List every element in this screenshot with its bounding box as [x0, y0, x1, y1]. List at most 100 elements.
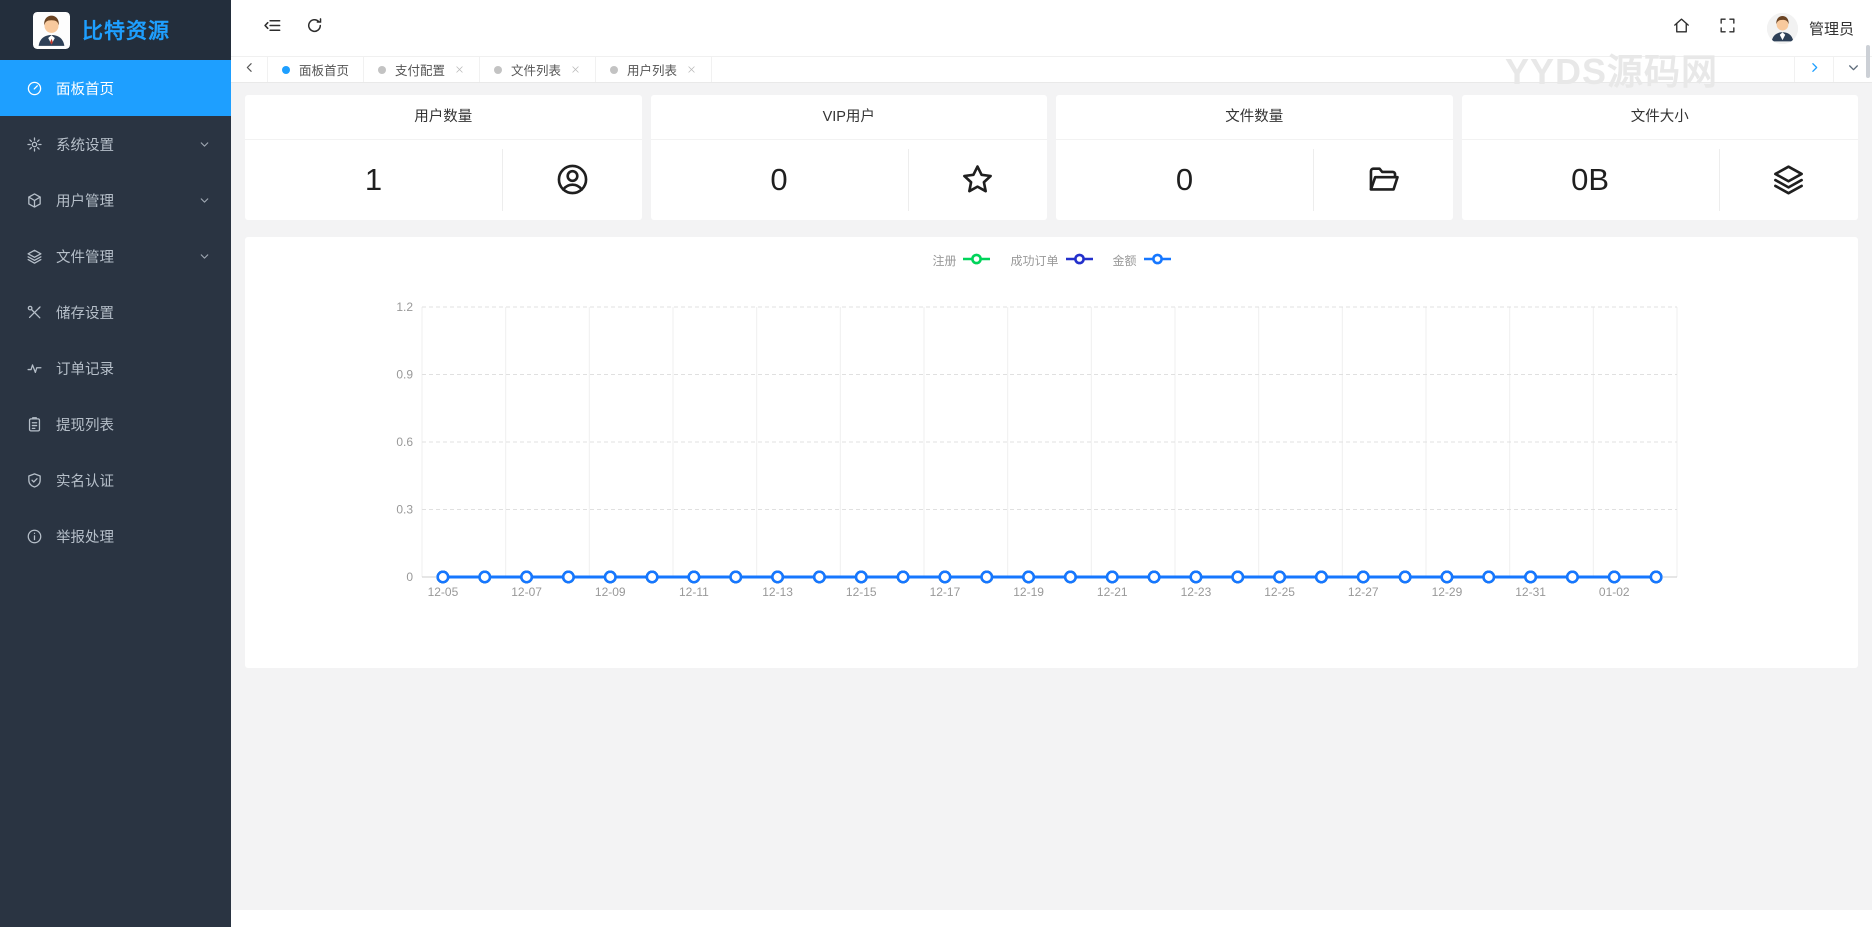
svg-text:12-05: 12-05 [428, 585, 459, 599]
tab-0[interactable]: 面板首页 [268, 57, 364, 82]
user-circle-icon [503, 162, 641, 197]
stat-card-value: 0 [651, 162, 908, 198]
logo-avatar [33, 12, 70, 49]
collapse-sidebar-button[interactable] [251, 7, 293, 49]
sidebar: 比特资源 面板首页系统设置用户管理文件管理储存设置订单记录提现列表实名认证举报处… [0, 0, 231, 927]
tab-label: 支付配置 [395, 60, 445, 79]
legend-label: 成功订单 [1010, 252, 1058, 269]
admin-name: 管理员 [1809, 18, 1854, 39]
home-button[interactable] [1659, 7, 1705, 49]
svg-text:12-17: 12-17 [930, 585, 961, 599]
dashboard-icon [26, 80, 43, 97]
legend-item-0[interactable]: 注册 [932, 252, 990, 269]
legend-marker [1066, 253, 1093, 268]
tab-status-dot [494, 66, 502, 74]
chevron-left-icon [243, 61, 256, 79]
stat-card-2: 文件数量0 [1056, 95, 1453, 220]
stat-card-3: 文件大小0B [1462, 95, 1859, 220]
chevron-down-icon [1847, 61, 1860, 79]
tab-3[interactable]: 用户列表 [596, 57, 712, 82]
layers-icon [26, 248, 43, 265]
svg-text:12-07: 12-07 [511, 585, 542, 599]
tab-status-dot [282, 66, 290, 74]
user-avatar [1767, 13, 1798, 44]
user-menu[interactable]: 管理员 [1767, 13, 1854, 44]
sidebar-item-label: 举报处理 [56, 526, 114, 547]
refresh-button[interactable] [293, 7, 335, 49]
sidebar-item-label: 用户管理 [56, 190, 114, 211]
svg-text:0.9: 0.9 [396, 368, 413, 382]
admin-dashboard-page: 比特资源 面板首页系统设置用户管理文件管理储存设置订单记录提现列表实名认证举报处… [0, 0, 1872, 927]
sidebar-item-label: 提现列表 [56, 414, 114, 435]
svg-text:12-21: 12-21 [1097, 585, 1128, 599]
legend-item-2[interactable]: 金额 [1113, 252, 1171, 269]
svg-text:12-29: 12-29 [1432, 585, 1463, 599]
stat-card-body: 0 [1056, 140, 1453, 219]
sidebar-item-label: 储存设置 [56, 302, 114, 323]
chevron-down-icon [198, 250, 211, 263]
tab-1[interactable]: 支付配置 [364, 57, 480, 82]
sidebar-item-label: 实名认证 [56, 470, 114, 491]
tab-status-dot [378, 66, 386, 74]
sidebar-item-3[interactable]: 文件管理 [0, 228, 231, 284]
chevron-down-icon [198, 138, 211, 151]
clipboard-icon [26, 416, 43, 433]
chevron-right-icon [1808, 61, 1821, 79]
sidebar-item-label: 订单记录 [56, 358, 114, 379]
stat-card-title: VIP用户 [651, 95, 1048, 140]
logo-bar: 比特资源 [0, 0, 231, 60]
svg-text:12-25: 12-25 [1264, 585, 1295, 599]
page-scrollbar-thumb[interactable] [1866, 45, 1870, 78]
sidebar-item-0[interactable]: 面板首页 [0, 60, 231, 116]
sidebar-item-5[interactable]: 订单记录 [0, 340, 231, 396]
stat-card-body: 1 [245, 140, 642, 219]
sidebar-item-6[interactable]: 提现列表 [0, 396, 231, 452]
main-area: 管理员 面板首页支付配置文件列表用户列表 用户数量1VIP用户0文件数量0文件大… [231, 0, 1872, 927]
legend-marker [1144, 253, 1171, 268]
svg-text:0.3: 0.3 [396, 503, 413, 517]
close-icon[interactable] [686, 64, 697, 75]
svg-text:12-19: 12-19 [1013, 585, 1044, 599]
legend-item-1[interactable]: 成功订单 [1010, 252, 1092, 269]
tabs-scroll-left-button[interactable] [231, 57, 268, 82]
tab-2[interactable]: 文件列表 [480, 57, 596, 82]
stat-card-1: VIP用户 0 [651, 95, 1048, 220]
svg-text:12-27: 12-27 [1348, 585, 1379, 599]
stat-card-0: 用户数量1 [245, 95, 642, 220]
tab-label: 文件列表 [511, 60, 561, 79]
top-header: 管理员 [231, 0, 1872, 56]
layers-icon [1720, 162, 1858, 197]
expand-icon [1718, 16, 1737, 40]
svg-text:12-09: 12-09 [595, 585, 626, 599]
avatar-image [1767, 13, 1798, 44]
sidebar-item-label: 文件管理 [56, 246, 114, 267]
stat-card-value: 0B [1462, 162, 1719, 198]
star-icon [909, 162, 1047, 197]
sidebar-item-1[interactable]: 系统设置 [0, 116, 231, 172]
shield-check-icon [26, 472, 43, 489]
sidebar-item-8[interactable]: 举报处理 [0, 508, 231, 564]
avatar-image [33, 12, 70, 49]
bottom-scroll-strip[interactable] [231, 910, 1872, 927]
svg-text:1.2: 1.2 [396, 300, 413, 314]
sidebar-item-7[interactable]: 实名认证 [0, 452, 231, 508]
svg-text:12-23: 12-23 [1181, 585, 1212, 599]
svg-text:12-15: 12-15 [846, 585, 877, 599]
sidebar-item-4[interactable]: 储存设置 [0, 284, 231, 340]
close-icon[interactable] [454, 64, 465, 75]
chart-legend: 注册 成功订单 金额 [245, 237, 1858, 271]
svg-text:12-11: 12-11 [679, 585, 709, 599]
tabs-scroll-right-button[interactable] [1794, 57, 1833, 82]
legend-label: 注册 [932, 252, 956, 269]
traffic-chart-card: 注册成功订单金额 00.30.60.91.212-0512-0712-0912-… [245, 237, 1858, 668]
close-icon[interactable] [570, 64, 581, 75]
fullscreen-button[interactable] [1705, 7, 1751, 49]
svg-text:0: 0 [406, 570, 413, 584]
app-title: 比特资源 [82, 15, 170, 45]
pulse-icon [26, 360, 43, 377]
tab-bar: 面板首页 支付配置 文件列表 用户列表 [231, 56, 1872, 83]
sidebar-item-2[interactable]: 用户管理 [0, 172, 231, 228]
sidebar-menu: 面板首页系统设置用户管理文件管理储存设置订单记录提现列表实名认证举报处理 [0, 60, 231, 564]
legend-marker [963, 253, 990, 268]
svg-text:12-13: 12-13 [762, 585, 793, 599]
